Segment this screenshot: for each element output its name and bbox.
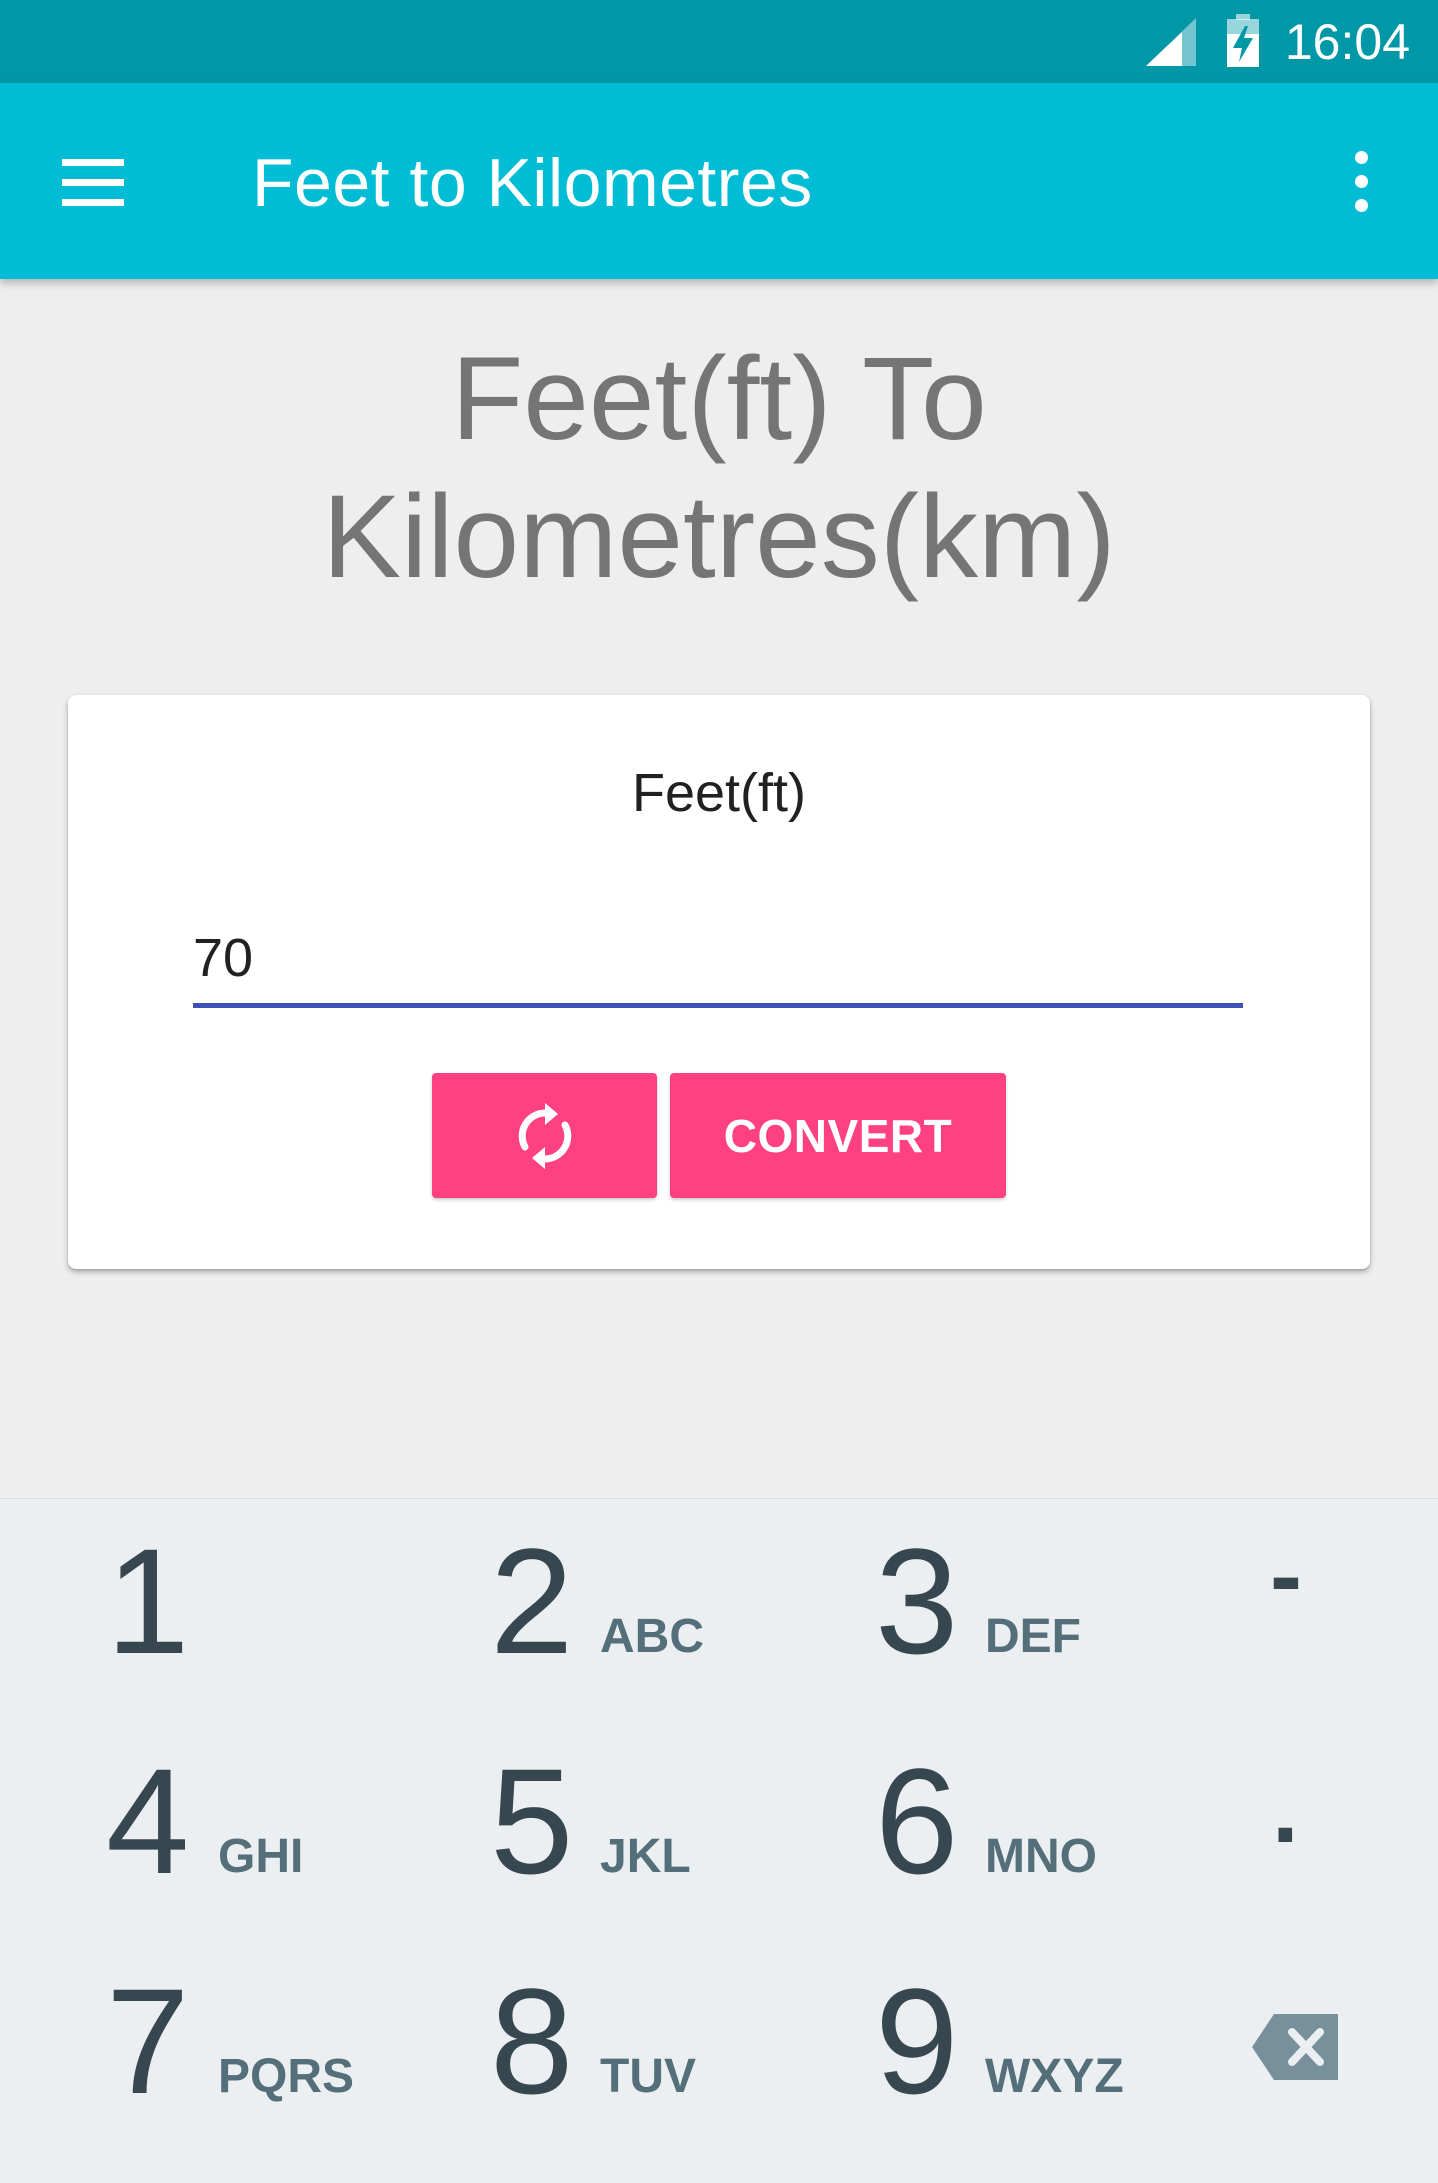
key-letters: JKL: [600, 1830, 691, 1883]
key-digit: 1: [106, 1517, 190, 1685]
backspace-icon[interactable]: [1252, 2014, 1338, 2080]
key-2[interactable]: 2 ABC: [440, 1499, 760, 1709]
key-letters: MNO: [985, 1830, 1097, 1883]
status-bar: 16:04: [0, 0, 1438, 83]
key-digit: 7: [106, 1957, 190, 2125]
key-digit: 6: [875, 1737, 959, 1905]
key-9[interactable]: 9 WXYZ: [825, 1939, 1145, 2149]
key-letters: GHI: [218, 1830, 304, 1883]
heading-line-1: Feet(ft) To: [451, 333, 987, 465]
battery-charging-icon: [1227, 14, 1259, 67]
key-letters: PQRS: [218, 2050, 355, 2103]
key-digit: 9: [875, 1957, 959, 2125]
key-digit: 2: [490, 1517, 574, 1685]
key-5[interactable]: 5 JKL: [440, 1719, 760, 1929]
cellular-signal-icon: [1146, 18, 1196, 66]
key-letters: DEF: [985, 1610, 1081, 1663]
minus-symbol: -: [1270, 1522, 1302, 1629]
key-minus[interactable]: -: [1220, 1499, 1400, 1709]
key-digit: 8: [490, 1957, 574, 2125]
heading-line-2: Kilometres(km): [322, 471, 1116, 603]
key-4[interactable]: 4 GHI: [60, 1719, 380, 1929]
hamburger-menu-icon[interactable]: [58, 151, 130, 211]
feet-field-label: Feet(ft): [631, 763, 807, 823]
page-heading: Feet(ft) To Kilometres(km): [0, 330, 1438, 606]
numeric-keyboard: 1 2 ABC 3 DEF - 4 GHI 5 JKL 6 MNO . 7 PQ…: [0, 1498, 1438, 2183]
more-vert-icon[interactable]: [1340, 149, 1384, 215]
key-letters: ABC: [600, 1610, 704, 1663]
convert-button[interactable]: CONVERT: [670, 1073, 1006, 1198]
key-3[interactable]: 3 DEF: [825, 1499, 1145, 1709]
status-time: 16:04: [1284, 14, 1410, 70]
key-digit: 5: [490, 1737, 574, 1905]
feet-input[interactable]: [193, 913, 1243, 1008]
refresh-icon: [518, 1103, 572, 1169]
app-title: Feet to Kilometres: [252, 145, 813, 221]
key-6[interactable]: 6 MNO: [825, 1719, 1145, 1929]
key-letters: WXYZ: [985, 2050, 1124, 2103]
key-1[interactable]: 1: [60, 1499, 380, 1709]
app-bar: Feet to Kilometres: [0, 83, 1438, 279]
key-digit: 3: [875, 1517, 959, 1685]
key-digit: 4: [106, 1737, 190, 1905]
key-7[interactable]: 7 PQRS: [60, 1939, 380, 2149]
key-dot[interactable]: .: [1220, 1719, 1400, 1929]
key-8[interactable]: 8 TUV: [440, 1939, 760, 2149]
converter-card: Feet(ft) CONVERT: [68, 695, 1370, 1269]
refresh-button[interactable]: [432, 1073, 657, 1198]
key-letters: TUV: [600, 2050, 696, 2103]
dot-symbol: .: [1272, 1756, 1299, 1863]
